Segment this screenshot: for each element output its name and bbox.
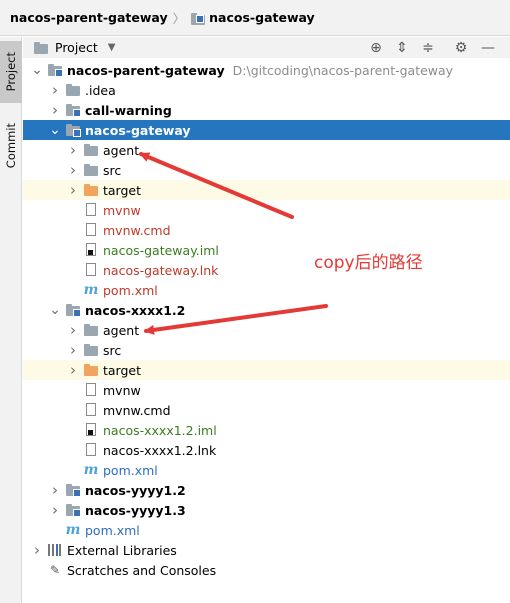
annotation-arrow-gateway-agent [139, 152, 294, 219]
annotation-label: copy后的路径 [314, 253, 423, 273]
annotation-arrow-xxxx-agent [144, 304, 328, 335]
